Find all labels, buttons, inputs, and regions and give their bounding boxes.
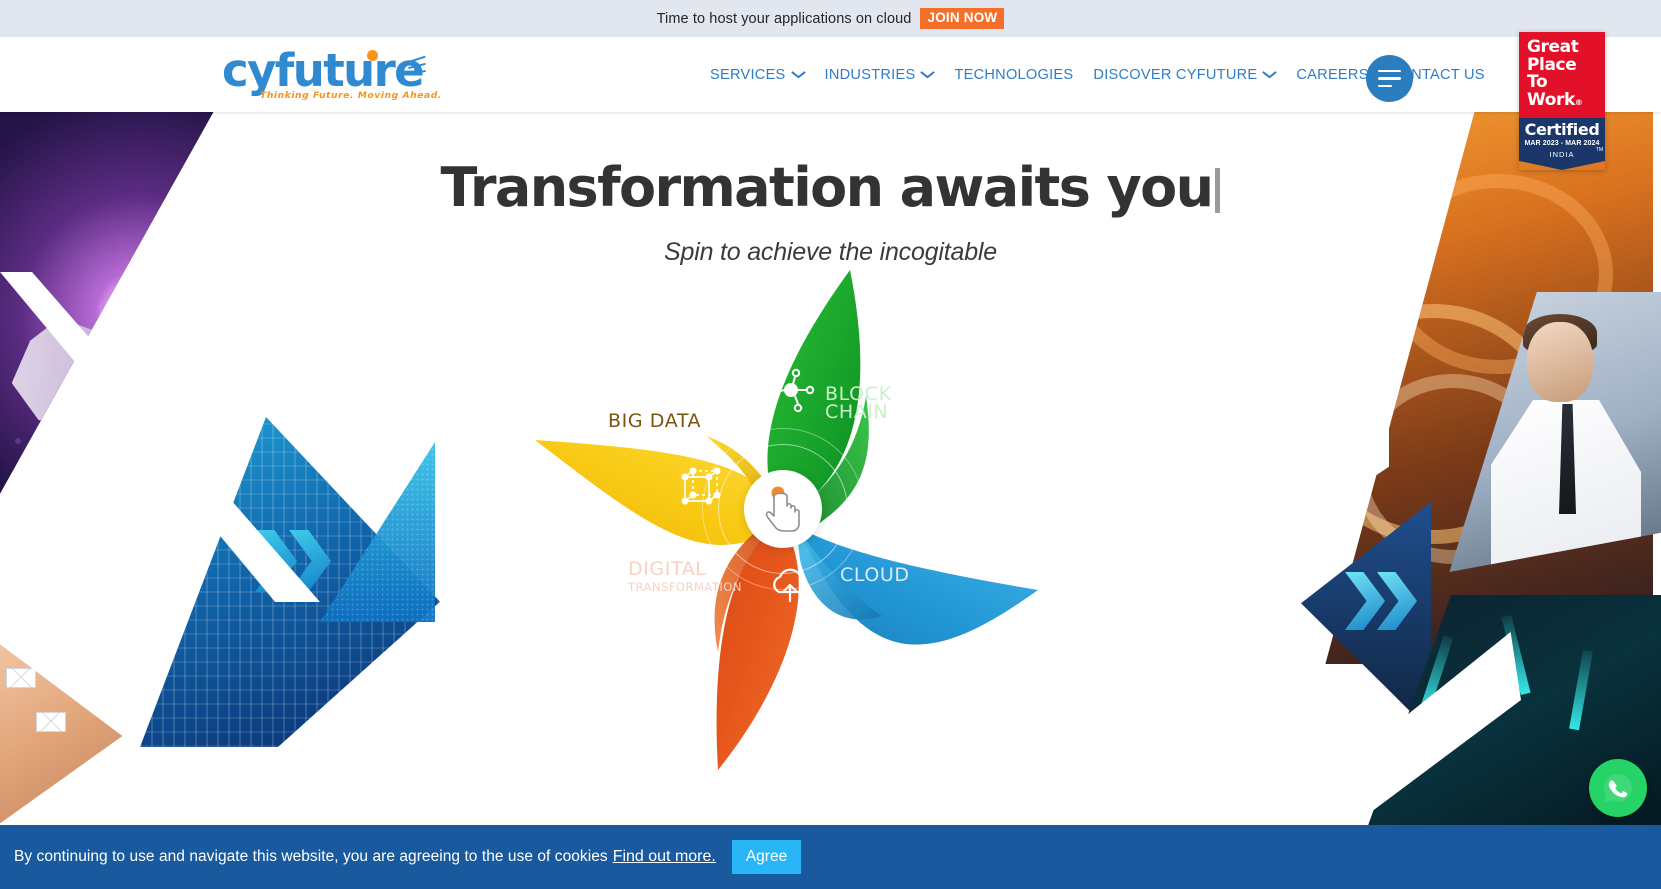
chevron-down-icon <box>792 71 805 79</box>
nav-label: CAREERS <box>1296 66 1369 83</box>
hero-title-text: Transformation awaits you <box>440 156 1215 219</box>
find-out-more-link[interactable]: Find out more. <box>613 848 716 866</box>
logo-swoosh-icon <box>400 56 426 82</box>
hero-subtitle: Spin to achieve the incogitable <box>664 238 997 266</box>
cyfuture-logo[interactable]: cyfuture Thinking Future. Moving Ahead. <box>222 44 441 104</box>
badge-notch <box>1519 161 1605 170</box>
nav-item-services[interactable]: SERVICES <box>700 67 815 83</box>
whatsapp-icon[interactable] <box>1589 759 1647 817</box>
badge-certified-label: Certified <box>1524 120 1600 139</box>
announcement-text: Time to host your applications on cloud <box>656 10 912 27</box>
cookie-consent-bar: By continuing to use and navigate this w… <box>0 825 1661 889</box>
chevron-down-icon <box>1263 71 1276 79</box>
network-nodes-icon <box>769 368 815 413</box>
chevron-shapes-left <box>255 452 445 652</box>
whatsapp-glyph <box>1604 774 1632 802</box>
registered-mark: ® <box>1574 97 1583 107</box>
agree-button[interactable]: Agree <box>731 840 802 874</box>
join-now-button[interactable]: JOIN NOW <box>920 8 1005 29</box>
menu-icon[interactable] <box>1366 55 1413 102</box>
hand-pointer-icon[interactable] <box>744 470 822 548</box>
pinwheel-graphic[interactable]: BIG DATA BLOCK CHAIN CLOUD DIGITAL TRANS… <box>520 270 1060 780</box>
nav-label: INDUSTRIES <box>824 66 916 83</box>
announcement-bar: Time to host your applications on cloud … <box>0 0 1661 37</box>
nav-label: SERVICES <box>710 66 786 83</box>
face <box>1527 322 1593 402</box>
logo-dot-icon <box>367 50 378 61</box>
nav-item-industries[interactable]: INDUSTRIES <box>815 67 945 83</box>
badge-navy-section: Certified MAR 2023 - MAR 2024 INDIA TM <box>1519 118 1605 161</box>
nav-label: TECHNOLOGIES <box>954 66 1074 83</box>
chevron-down-icon <box>921 71 934 79</box>
nav-item-technologies[interactable]: TECHNOLOGIES <box>944 67 1083 83</box>
logo-tagline: Thinking Future. Moving Ahead. <box>260 90 442 101</box>
envelope-icon <box>84 688 114 708</box>
hexagon-shape <box>100 278 190 378</box>
logo-wordmark: cyfuture <box>222 44 425 97</box>
typing-cursor <box>1215 168 1221 213</box>
world-map-dots <box>0 408 138 518</box>
nav-item-careers[interactable]: CAREERS <box>1286 67 1378 83</box>
badge-line-1: Great <box>1527 37 1579 57</box>
envelope-icon <box>6 668 36 688</box>
light-flare <box>98 258 216 378</box>
site-header: cyfuture Thinking Future. Moving Ahead. … <box>0 37 1661 112</box>
badge-dates: MAR 2023 - MAR 2024 <box>1524 140 1600 147</box>
page-root: Time to host your applications on cloud … <box>0 0 1661 889</box>
badge-country: INDIA <box>1549 150 1575 159</box>
nav-label: DISCOVER CYFUTURE <box>1093 66 1258 83</box>
envelope-icon <box>36 712 66 732</box>
badge-line-4: Work® <box>1527 89 1583 110</box>
chevron-icon <box>1345 572 1385 630</box>
nav-item-discover-cyfuture[interactable]: DISCOVER CYFUTURE <box>1083 67 1286 83</box>
envelope-icon <box>46 640 76 660</box>
trademark-mark: TM <box>1595 147 1603 153</box>
cookie-text: By continuing to use and navigate this w… <box>14 848 608 865</box>
great-place-to-work-badge[interactable]: Great Place To Work® Certified MAR 2023 … <box>1519 32 1605 170</box>
badge-red-section: Great Place To Work® <box>1519 32 1605 118</box>
hero-section: Transformation awaits you Spin to achiev… <box>0 112 1661 825</box>
page-title: Transformation awaits you <box>0 156 1661 219</box>
neon-arrow <box>1569 649 1593 731</box>
